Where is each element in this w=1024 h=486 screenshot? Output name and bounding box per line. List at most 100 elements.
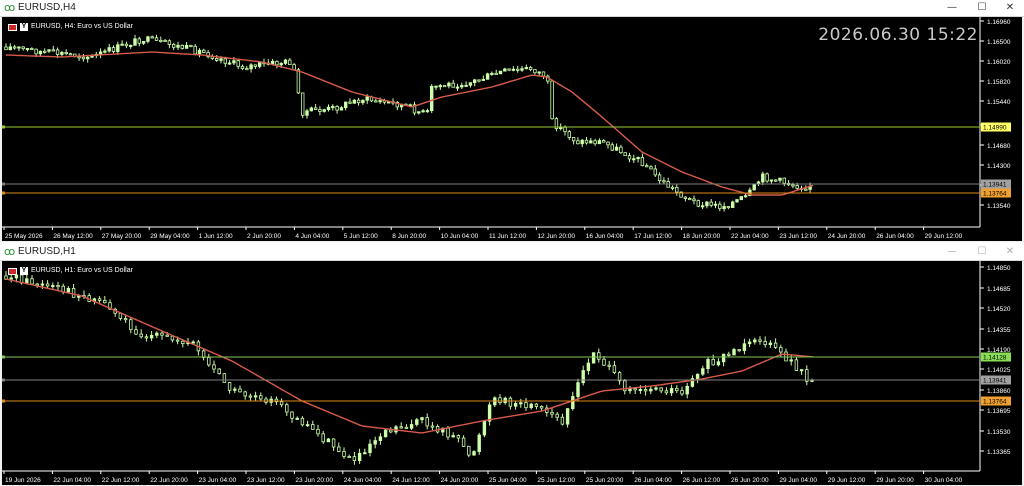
candle-body: [77, 56, 81, 59]
candle-body: [659, 387, 663, 392]
candle-body: [71, 287, 76, 298]
candle-body: [586, 362, 591, 371]
candle-body: [627, 155, 632, 160]
candle-body: [791, 184, 795, 187]
candle-body: [275, 60, 279, 66]
one-click-trading-icon[interactable]: Y: [20, 267, 28, 275]
candle-body: [519, 402, 523, 405]
x-tick-label: 23 Jun 12:00: [247, 477, 285, 484]
candle-body: [343, 101, 348, 109]
candle-body: [223, 58, 227, 64]
candle-body: [300, 92, 305, 116]
candle-body: [56, 285, 60, 288]
candle-body: [38, 50, 43, 55]
candle-body: [739, 196, 743, 201]
flag-icon: [8, 23, 17, 31]
x-tick-label: 2 Jun 20:00: [247, 233, 281, 240]
y-tick-label: 1.16960: [987, 19, 1011, 26]
maximize-button[interactable]: ☐: [972, 245, 992, 259]
candle-body: [559, 126, 563, 130]
candle-body: [430, 425, 435, 428]
price-level-label: 1.13941: [983, 182, 1007, 189]
y-tick-label: 1.13860: [987, 388, 1011, 395]
y-tick-label: 1.15820: [987, 79, 1011, 86]
candle-body: [425, 110, 430, 113]
candle-body: [520, 68, 524, 71]
candle-body: [155, 332, 159, 336]
candle-body: [167, 40, 172, 45]
candle-body: [567, 131, 571, 138]
chart-icon: ꝏ: [4, 1, 16, 14]
price-level-marker: [2, 355, 5, 359]
minimize-button[interactable]: —: [942, 245, 962, 259]
candle-body: [415, 419, 419, 425]
candle-body: [446, 427, 450, 438]
window-titlebar[interactable]: ꝏ EURUSD,H4 — ☐ ✕: [0, 0, 1024, 17]
candle-body: [550, 411, 554, 415]
x-tick-label: 24 Jun 12:00: [392, 477, 430, 484]
candle-body: [743, 195, 748, 198]
one-click-trading-icon[interactable]: Y: [20, 23, 28, 31]
x-tick-label: 10 Jun 04:00: [441, 233, 479, 240]
candle-body: [219, 58, 223, 61]
price-chart-h4[interactable]: 1.16960 1.16500 1.16020 1.15820 1.15440 1.149…: [2, 17, 1022, 241]
x-tick-label: 16 Jun 04:00: [586, 233, 624, 240]
chart-canvas[interactable]: 1.148501.146851.145201.143551.141901.140…: [2, 261, 1022, 485]
candle-body: [541, 71, 546, 77]
candle-body: [335, 106, 339, 111]
candle-body: [680, 390, 684, 395]
price-level-marker: [2, 182, 5, 186]
candle-body: [447, 82, 451, 87]
candle-body: [363, 452, 367, 455]
candle-body: [191, 341, 195, 344]
price-level-marker: [2, 125, 5, 129]
candle-body: [227, 62, 232, 65]
candle-body: [619, 146, 623, 154]
candle-body: [212, 364, 216, 370]
x-tick-label: 29 May 04:00: [150, 233, 190, 240]
candle-body: [593, 140, 597, 145]
window-titlebar[interactable]: ꝏ EURUSD,H1 — ☐ ✕: [0, 244, 1024, 261]
candle-body: [184, 44, 189, 49]
candle-body: [487, 404, 492, 422]
candle-body: [361, 99, 365, 104]
candle-body: [316, 428, 320, 435]
candle-body: [589, 140, 593, 144]
y-tick-label: 1.16020: [987, 59, 1011, 66]
close-button[interactable]: ✕: [1000, 245, 1020, 259]
price-level-label: 1.13764: [983, 191, 1007, 198]
candle-body: [761, 173, 765, 183]
candle-body: [753, 339, 757, 343]
candle-body: [150, 36, 154, 39]
candle-body: [133, 38, 137, 46]
candle-body: [98, 51, 103, 55]
window-title: EURUSD,H4: [18, 2, 76, 13]
candle-body: [279, 63, 283, 66]
candle-body: [146, 36, 150, 42]
candle-body: [765, 173, 769, 182]
maximize-button[interactable]: ☐: [972, 1, 992, 15]
candle-body: [123, 318, 128, 321]
x-tick-label: 22 Jun 12:00: [102, 477, 140, 484]
candle-body: [804, 188, 808, 191]
minimize-button[interactable]: —: [942, 1, 962, 15]
candle-body: [347, 456, 351, 459]
candle-body: [309, 107, 313, 112]
price-level-marker: [2, 191, 5, 195]
candle-body: [118, 312, 123, 319]
candle-body: [248, 395, 253, 398]
candle-body: [51, 49, 55, 52]
x-tick-label: 26 Jun 20:00: [731, 477, 769, 484]
candle-body: [243, 391, 247, 397]
close-button[interactable]: ✕: [1000, 1, 1020, 15]
candle-body: [610, 144, 614, 151]
candle-body: [438, 85, 442, 88]
candle-body: [464, 84, 468, 87]
candle-body: [144, 336, 149, 339]
price-chart-h1[interactable]: 1.14850 1.14685 1.14520 1.14355 1.14190 1.140…: [2, 261, 1022, 485]
y-tick-label: 1.14520: [987, 306, 1011, 313]
candle-body: [47, 49, 51, 52]
chart-icon: ꝏ: [4, 245, 16, 258]
candle-body: [331, 106, 335, 109]
chart-canvas[interactable]: 1.16960 1.16500 1.16020 1.15820 1.15440 1.149…: [2, 17, 1022, 241]
